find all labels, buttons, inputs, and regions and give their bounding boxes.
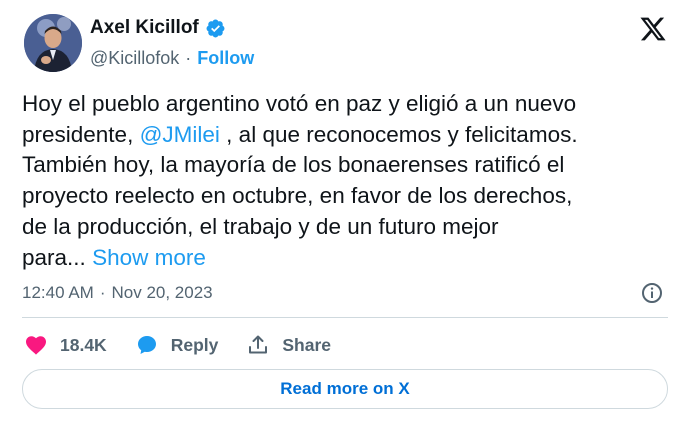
show-more-link[interactable]: Show more [92,245,206,270]
tweet-text-segment: , al que reconocemos y felicitamos. [219,121,578,147]
tweet-line: También hoy, la mayoría de los bonaerens… [22,152,565,178]
tweet-text-segment: presidente, [22,121,140,147]
reply-label: Reply [170,334,219,355]
tweet-text: Hoy el pueblo argentino votó en paz y el… [22,89,667,273]
tweet-text-segment: para... [22,244,86,270]
tweet-date: Nov 20, 2023 [111,283,213,302]
verified-badge-icon [206,19,225,37]
tweet-actions: 18.4K Reply Share [24,331,359,359]
author-name-row: Axel Kicillof [90,17,226,39]
mention-link[interactable]: @JMilei [140,122,220,147]
tweet-line: Hoy el pueblo argentino votó en paz y el… [22,91,577,116]
share-button[interactable]: Share [246,333,331,357]
follow-button[interactable]: Follow [197,48,254,69]
info-icon[interactable] [640,281,664,305]
reply-bubble-icon [137,336,156,354]
tweet-line: para... Show more [22,243,667,274]
reply-button[interactable]: Reply [135,333,219,357]
avatar-image [24,14,82,72]
author-handle-row: @Kicillofok · Follow [90,48,254,69]
like-count: 18.4K [60,334,107,355]
tweet-timestamp[interactable]: 12:40 AM · Nov 20, 2023 [22,283,213,303]
like-button[interactable]: 18.4K [24,333,107,357]
handle-separator: · [185,48,192,68]
share-label: Share [282,334,331,355]
tweet-line: presidente, @JMilei , al que reconocemos… [22,120,667,151]
heart-icon [26,336,46,355]
divider [22,317,668,318]
read-more-button[interactable]: Read more on X [22,369,668,409]
tweet-line: proyecto reelecto en octubre, en favor d… [22,183,573,209]
share-icon [249,335,268,354]
tweet-card: Axel Kicillof @Kicillofok · Follow Hoy e… [0,0,685,426]
avatar[interactable] [24,14,82,72]
author-display-name[interactable]: Axel Kicillof [90,17,199,39]
x-logo-icon[interactable] [639,15,667,43]
tweet-line: de la producción, el trabajo y de un fut… [22,213,499,239]
author-handle[interactable]: @Kicillofok [90,48,179,69]
tweet-time: 12:40 AM [22,283,94,302]
timestamp-separator: · [99,283,106,302]
